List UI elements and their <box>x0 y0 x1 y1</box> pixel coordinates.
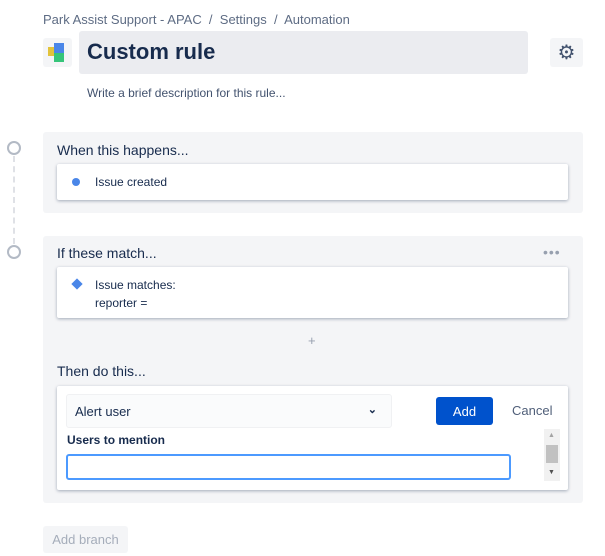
add-branch-button[interactable]: Add branch <box>43 526 128 553</box>
breadcrumb[interactable]: Park Assist Support - APAC / Settings / … <box>43 12 350 27</box>
action-heading: Then do this... <box>57 363 146 379</box>
more-options-icon[interactable]: ••• <box>543 244 561 260</box>
description-input[interactable]: Write a brief description for this rule.… <box>87 86 286 100</box>
rule-title-input[interactable]: Custom rule <box>79 31 528 74</box>
cancel-button[interactable]: Cancel <box>512 403 552 418</box>
action-select-value: Alert user <box>75 404 131 419</box>
add-component-button[interactable]: + <box>308 333 316 348</box>
condition-line2: reporter = <box>95 296 148 310</box>
trigger-heading: When this happens... <box>57 142 189 158</box>
timeline-connector <box>13 156 15 244</box>
scroll-down-icon[interactable]: ▼ <box>548 469 555 476</box>
users-to-mention-input[interactable] <box>66 454 511 480</box>
scroll-up-icon[interactable]: ▲ <box>548 432 555 439</box>
settings-button[interactable]: ⚙ <box>550 38 583 67</box>
timeline-node <box>7 245 21 259</box>
users-to-mention-label: Users to mention <box>67 433 166 447</box>
trigger-panel: When this happens... Issue created <box>43 132 583 213</box>
condition-card[interactable]: Issue matches: reporter = <box>57 267 568 318</box>
trigger-card[interactable]: Issue created <box>57 164 568 200</box>
condition-heading: If these match... <box>57 245 157 261</box>
scrollbar[interactable]: ▲ ▼ <box>544 429 560 481</box>
action-select[interactable]: Alert user ⌄ <box>66 394 392 428</box>
timeline-node <box>7 141 21 155</box>
gear-icon: ⚙ <box>557 42 576 64</box>
scrollbar-thumb[interactable] <box>546 445 558 463</box>
automation-logo-icon <box>43 38 72 67</box>
add-button[interactable]: Add <box>436 397 493 425</box>
action-card: Alert user ⌄ Add Cancel Users to mention… <box>57 386 568 490</box>
chevron-down-icon: ⌄ <box>367 404 377 416</box>
trigger-dot-icon <box>72 178 80 186</box>
condition-line1: Issue matches: <box>95 278 176 292</box>
trigger-item: Issue created <box>95 175 168 189</box>
condition-diamond-icon <box>71 278 83 290</box>
condition-panel: If these match... ••• Issue matches: rep… <box>43 236 583 503</box>
